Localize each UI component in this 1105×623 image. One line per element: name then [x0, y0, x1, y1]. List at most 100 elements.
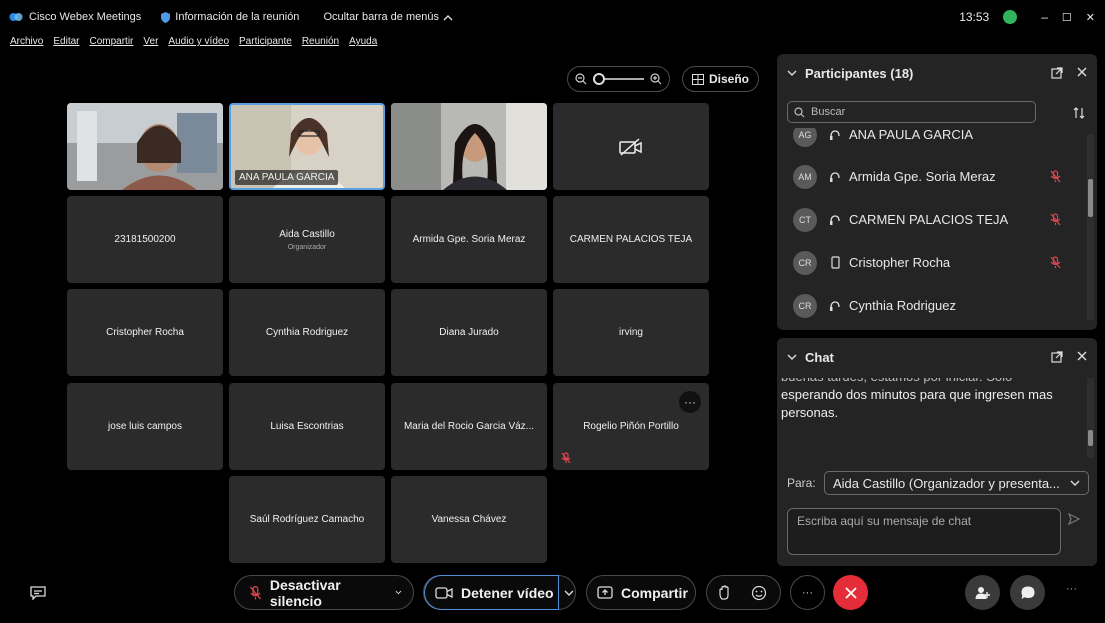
stop-video-button[interactable]: Detener vídeo [423, 575, 576, 610]
raise-hand-icon[interactable] [718, 584, 732, 601]
tile-name: Cristopher Rocha [106, 327, 184, 338]
menu-audio-video[interactable]: Audio y vídeo [168, 36, 229, 50]
menu-bar: Archivo Editar Compartir Ver Audio y víd… [10, 36, 377, 50]
chat-input-placeholder: Escriba aquí su mensaje de chat [797, 514, 972, 528]
chevron-down-icon[interactable] [563, 589, 575, 597]
unmute-button[interactable]: Desactivar silencio [234, 575, 414, 610]
tile-name: Saúl Rodríguez Camacho [249, 514, 365, 525]
menu-reunion[interactable]: Reunión [302, 36, 339, 50]
tile-cynthia[interactable]: Cynthia Rodriguez [229, 289, 385, 376]
overflow-menu-icon[interactable]: ··· [1066, 583, 1077, 595]
send-icon[interactable] [1068, 513, 1080, 525]
chat-message-input[interactable]: Escriba aquí su mensaje de chat [787, 508, 1061, 555]
menu-participante[interactable]: Participante [239, 36, 292, 50]
tile-name: Rogelio Piñón Portillo [583, 421, 679, 432]
captions-icon[interactable] [30, 586, 46, 600]
muted-mic-icon[interactable] [1050, 256, 1061, 269]
close-icon[interactable] [1077, 351, 1087, 361]
stop-video-label: Detener vídeo [461, 584, 554, 601]
tile-diana[interactable]: Diana Jurado [391, 289, 547, 376]
tile-irving[interactable]: irving [553, 289, 709, 376]
tile-name: Luisa Escontrias [270, 421, 344, 432]
chat-scrollbar[interactable] [1087, 378, 1094, 458]
menu-editar[interactable]: Editar [53, 36, 79, 50]
chat-recipient-value: Aida Castillo (Organizador y presenta... [833, 475, 1060, 491]
zoom-in-icon[interactable] [650, 73, 662, 85]
participant-row[interactable]: AM Armida Gpe. Soria Meraz [789, 155, 1079, 198]
popout-icon[interactable] [1051, 67, 1063, 79]
zoom-control[interactable] [567, 66, 670, 92]
tile-name: jose luis campos [108, 421, 182, 432]
tile-jose[interactable]: jose luis campos [67, 383, 223, 470]
chevron-down-icon[interactable] [386, 589, 405, 597]
video-off-tile[interactable] [553, 103, 709, 190]
ana-paula-name-label: ANA PAULA GARCIA [235, 170, 339, 185]
tile-rogelio[interactable]: Rogelio Piñón Portillo ··· [553, 383, 709, 470]
zoom-slider[interactable] [593, 73, 644, 85]
tile-name: CARMEN PALACIOS TEJA [569, 234, 693, 245]
avatar: AM [793, 164, 817, 189]
hide-menu-bar-button[interactable]: Ocultar barra de menús [323, 11, 453, 23]
sort-icon[interactable] [1073, 107, 1085, 119]
video-tile-participant-1[interactable] [67, 103, 223, 190]
tile-name: 23181500200 [114, 234, 176, 245]
chat-scroll-thumb[interactable] [1088, 430, 1093, 446]
close-button[interactable]: ✕ [1086, 11, 1095, 24]
share-button[interactable]: Compartir [586, 575, 696, 610]
menu-archivo[interactable]: Archivo [10, 36, 43, 50]
video-tile-ana-paula-garcia[interactable]: ANA PAULA GARCIA [229, 103, 385, 190]
emoji-reaction-icon[interactable] [751, 585, 767, 601]
maximize-button[interactable]: ☐ [1062, 11, 1072, 24]
share-screen-icon [597, 586, 613, 599]
chevron-down-icon[interactable] [787, 70, 797, 77]
layout-button[interactable]: Diseño [682, 66, 759, 92]
tile-name: Maria del Rocio Garcia Váz... [403, 421, 535, 432]
more-options-label: ··· [802, 586, 813, 599]
tile-cristopher[interactable]: Cristopher Rocha [67, 289, 223, 376]
tile-role: Organizador [287, 243, 327, 251]
tile-more-options-button[interactable]: ··· [679, 391, 701, 413]
menu-ayuda[interactable]: Ayuda [349, 36, 377, 50]
meeting-info-label: Información de la reunión [175, 11, 300, 23]
muted-mic-icon[interactable] [1050, 170, 1061, 183]
search-icon [794, 106, 805, 117]
tile-carmen[interactable]: CARMEN PALACIOS TEJA [553, 196, 709, 283]
tile-saul[interactable]: Saúl Rodríguez Camacho [229, 476, 385, 563]
participants-toggle-button[interactable] [965, 575, 1000, 610]
participant-search-input[interactable]: Buscar [787, 101, 1036, 123]
tile-luisa[interactable]: Luisa Escontrias [229, 383, 385, 470]
stop-video-main[interactable]: Detener vídeo [424, 575, 559, 610]
muted-mic-icon[interactable] [1050, 213, 1061, 226]
phone-device-icon [830, 256, 840, 269]
popout-icon[interactable] [1051, 351, 1063, 363]
end-meeting-button[interactable] [833, 575, 868, 610]
tile-aida-castillo[interactable]: Aida Castillo Organizador [229, 196, 385, 283]
close-icon[interactable] [1077, 67, 1087, 77]
zoom-slider-knob[interactable] [593, 73, 605, 85]
status-green-icon [1003, 10, 1018, 24]
meeting-info-link[interactable]: Información de la reunión [161, 11, 299, 23]
participant-row[interactable]: CR Cristopher Rocha [789, 241, 1079, 284]
tile-armida[interactable]: Armida Gpe. Soria Meraz [391, 196, 547, 283]
more-options-button[interactable]: ··· [790, 575, 825, 610]
chat-recipient-select[interactable]: Aida Castillo (Organizador y presenta... [824, 471, 1089, 495]
chat-toggle-button[interactable] [1010, 575, 1045, 610]
tile-maria[interactable]: Maria del Rocio Garcia Váz... [391, 383, 547, 470]
video-tile-participant-3[interactable] [391, 103, 547, 190]
menu-compartir[interactable]: Compartir [89, 36, 133, 50]
participant-row[interactable]: AG ANA PAULA GARCIA [789, 128, 1079, 156]
menu-ver[interactable]: Ver [143, 36, 158, 50]
close-icon [844, 586, 857, 599]
chevron-down-icon[interactable] [787, 354, 797, 361]
minimize-button[interactable]: – [1041, 10, 1048, 24]
tile-23181500200[interactable]: 23181500200 [67, 196, 223, 283]
zoom-out-icon[interactable] [575, 73, 587, 85]
tile-vanessa[interactable]: Vanessa Chávez [391, 476, 547, 563]
tile-name: Vanessa Chávez [431, 514, 507, 525]
participants-scroll-thumb[interactable] [1088, 179, 1093, 217]
participants-scrollbar[interactable] [1087, 134, 1094, 320]
title-bar: Cisco Webex Meetings Información de la r… [0, 0, 1105, 34]
participant-row[interactable]: CR Cynthia Rodriguez [789, 284, 1079, 326]
tile-name: Armida Gpe. Soria Meraz [412, 234, 526, 245]
participant-row[interactable]: CT CARMEN PALACIOS TEJA [789, 198, 1079, 241]
